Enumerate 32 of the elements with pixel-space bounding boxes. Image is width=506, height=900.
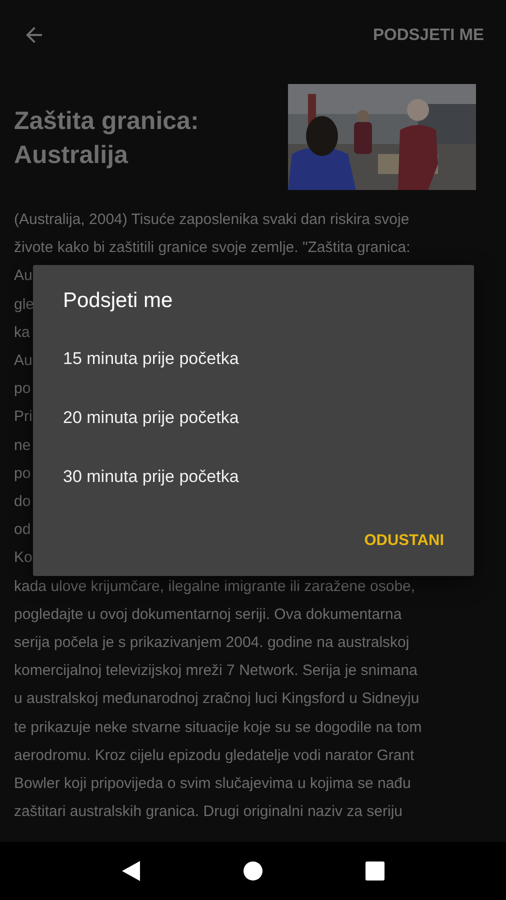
dialog-title: Podsjeti me: [63, 289, 173, 313]
description-text: gle: [14, 294, 34, 315]
reminder-option[interactable]: 30 minuta prije početka: [63, 447, 239, 506]
description-text: pogledajte u ovoj dokumentarnoj seriji. Ova dokumentarna: [14, 604, 402, 625]
remind-me-button[interactable]: PODSJETI ME: [373, 26, 484, 44]
description-text: u australskoj međunarodnoj zračnoj luci Kingsford u Sidneyju: [14, 689, 420, 710]
description-text: živote kako bi zaštitili granice svoje zemlje. "Zaštita granica:: [14, 238, 410, 258]
home-nav-icon[interactable]: [243, 861, 263, 881]
program-title: Zaštita granica: Australija: [14, 106, 200, 171]
description-text: po: [14, 464, 31, 484]
description-text: Ko: [14, 548, 32, 568]
description-text: do: [14, 492, 31, 512]
recents-nav-icon[interactable]: [365, 861, 385, 881]
description-text: Au: [14, 351, 32, 372]
reminder-option[interactable]: 20 minuta prije početka: [63, 388, 239, 447]
description-text: serija počela je s prikazivanjem 2004. godine na australskoj: [14, 633, 410, 654]
description-text: Pri: [14, 407, 32, 428]
back-nav-icon[interactable]: [121, 860, 141, 882]
description-text: Au: [14, 266, 32, 286]
description-text: zaštitari australskih granica. Drugi originalni naziv za seriju: [14, 802, 402, 822]
description-text: po: [14, 379, 31, 400]
description-text: komercijalnoj televizijskoj mreži 7 Network. Serija je snimana: [14, 661, 418, 682]
reminder-option[interactable]: 15 minuta prije početka: [63, 329, 239, 388]
cancel-button[interactable]: ODUSTANI: [364, 526, 444, 556]
description-text: Bowler koji pripovijeda o svim slučajevima u kojima se nađu: [14, 774, 411, 794]
description-text: ne: [14, 436, 31, 456]
description-text: ka: [14, 322, 30, 343]
description-text: kada ulove krijumčare, ilegalne imigrante ili zaražene osobe,: [14, 576, 416, 597]
description-text: od: [14, 520, 31, 540]
description-text: (Australija, 2004) Tisuće zaposlenika svaki dan riskira svoje: [14, 210, 410, 230]
description-text: te prikazuje neke stvarne situacije koje su se dogodile na tom: [14, 718, 422, 738]
description-text: aerodromu. Kroz cijelu epizodu gledatelje vodi narator Grant: [14, 746, 414, 766]
